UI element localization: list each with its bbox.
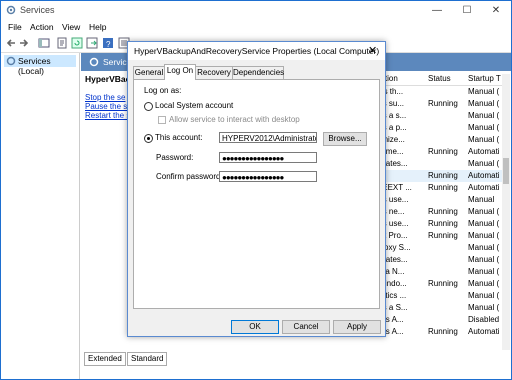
log-on-panel: Log on as: Local System account Allow se… <box>133 79 380 309</box>
cell-startup-type: Manual <box>468 195 495 204</box>
column-startup-type[interactable]: Startup T <box>468 74 501 83</box>
ok-button[interactable]: OK <box>231 320 279 334</box>
table-row[interactable]: vides a p... Manual ( <box>367 122 503 134</box>
menu-file[interactable]: File <box>8 22 22 32</box>
help-icon[interactable]: ? <box>102 37 114 49</box>
column-status[interactable]: Status <box>428 74 451 83</box>
view-tabs: Extended Standard <box>81 352 501 366</box>
this-account-label[interactable]: This account: <box>155 133 203 142</box>
table-row[interactable]: vides a S... Manual ( <box>367 302 503 314</box>
cancel-button[interactable]: Cancel <box>282 320 330 334</box>
cell-startup-type: Manual ( <box>468 267 500 276</box>
cell-startup-type: Automati <box>468 147 500 156</box>
services-list-scrollbar[interactable] <box>502 74 510 350</box>
allow-interact-label: Allow service to interact with desktop <box>169 115 300 124</box>
services-gear-icon <box>6 56 16 66</box>
svg-text:?: ? <box>106 40 111 49</box>
cell-startup-type: Manual ( <box>468 123 500 132</box>
maximize-icon[interactable]: ☐ <box>453 1 481 20</box>
tab-general[interactable]: General <box>133 66 165 79</box>
menu-help[interactable]: Help <box>89 22 106 32</box>
services-gear-icon <box>6 5 16 15</box>
table-row[interactable]: e IKEEXT ... Running Automati <box>367 182 503 194</box>
cell-startup-type: Manual ( <box>468 279 500 288</box>
scrollbar-thumb[interactable] <box>503 158 509 184</box>
table-row[interactable]: chronize... Manual ( <box>367 134 503 146</box>
table-row[interactable]: nages A...Disabled <box>367 314 503 326</box>
dialog-title-bar[interactable]: HyperVBackupAndRecoveryService Propertie… <box>128 42 385 60</box>
cell-startup-type: Manual ( <box>468 99 500 108</box>
cell-startup-type: Disabled <box>468 315 500 324</box>
cell-startup-type: Manual ( <box>468 135 500 144</box>
window-title: Services <box>20 5 55 15</box>
cell-startup-type: Automati <box>468 327 500 336</box>
forward-arrow-icon[interactable] <box>18 37 30 49</box>
table-row[interactable]: gnostics ... Manual ( <box>367 290 503 302</box>
table-row[interactable]: ernet Pro... Running Manual ( <box>367 230 503 242</box>
console-tree-icon[interactable] <box>38 37 50 49</box>
confirm-password-input[interactable]: ●●●●●●●●●●●●●●●● <box>219 171 317 182</box>
cell-startup-type: Manual ( <box>468 219 500 228</box>
table-row[interactable]: Running Automati <box>367 170 503 182</box>
table-row[interactable]: nageme...RunningAutomati <box>367 146 503 158</box>
cell-startup-type: Manual ( <box>468 159 500 168</box>
tab-standard[interactable]: Standard <box>127 352 168 366</box>
table-row[interactable]: vides su... Running Manual ( <box>367 98 503 110</box>
services-list-header: scription Status Startup T <box>367 73 503 86</box>
service-properties-dialog: HyperVBackupAndRecoveryService Propertie… <box>127 41 386 337</box>
table-row[interactable]: ates a N... Manual ( <box>367 266 503 278</box>
table-row[interactable]: C Proxy S... Manual ( <box>367 242 503 254</box>
table-row[interactable]: nages A...RunningAutomati <box>367 326 503 338</box>
confirm-password-label: Confirm password: <box>156 172 223 181</box>
this-account-radio[interactable] <box>144 134 153 143</box>
table-row[interactable]: vides use... Running Manual ( <box>367 218 503 230</box>
table-row[interactable]: vides a s... Manual ( <box>367 110 503 122</box>
cell-startup-type: Manual ( <box>468 207 500 216</box>
account-input[interactable]: HYPERV2012\Administrator <box>219 132 317 143</box>
console-tree: Services (Local) <box>1 53 80 379</box>
title-bar[interactable]: Services — ☐ ✕ <box>1 1 511 20</box>
tab-extended[interactable]: Extended <box>84 352 126 366</box>
minimize-icon[interactable]: — <box>423 1 451 20</box>
table-row[interactable]: vides use... Manual <box>367 194 503 206</box>
table-row[interactable]: ordinates... Manual ( <box>367 254 503 266</box>
cell-startup-type: Automati <box>468 171 500 180</box>
tree-item-services-local[interactable]: Services (Local) <box>4 55 76 76</box>
properties-icon[interactable] <box>56 37 68 49</box>
refresh-icon[interactable] <box>71 37 83 49</box>
table-row[interactable]: re Windo... Running Manual ( <box>367 278 503 290</box>
menu-action[interactable]: Action <box>30 22 54 32</box>
password-input[interactable]: ●●●●●●●●●●●●●●●● <box>219 152 317 163</box>
cell-startup-type: Manual ( <box>468 87 500 96</box>
menu-bar: File Action View Help <box>1 21 511 34</box>
cell-startup-type: Manual ( <box>468 231 500 240</box>
tab-dependencies[interactable]: Dependencies <box>232 66 284 79</box>
tab-log-on[interactable]: Log On <box>164 64 196 80</box>
apply-button[interactable]: Apply <box>333 320 381 334</box>
local-system-radio[interactable] <box>144 102 153 111</box>
log-on-as-label: Log on as: <box>144 86 182 95</box>
cell-startup-type: Manual ( <box>468 291 500 300</box>
cell-startup-type: Manual ( <box>468 255 500 264</box>
tab-recovery[interactable]: Recovery <box>195 66 233 79</box>
dialog-title: HyperVBackupAndRecoveryService Propertie… <box>134 46 380 56</box>
services-gear-icon <box>89 57 99 67</box>
cell-startup-type: Manual ( <box>468 243 500 252</box>
export-icon[interactable] <box>86 37 98 49</box>
close-icon[interactable]: ✕ <box>482 1 510 20</box>
browse-button[interactable]: Browse... <box>323 132 367 146</box>
close-icon[interactable]: ✕ <box>368 44 377 57</box>
cell-startup-type: Manual ( <box>468 111 500 120</box>
back-arrow-icon[interactable] <box>5 37 17 49</box>
cell-startup-type: Manual ( <box>468 303 500 312</box>
local-system-label[interactable]: Local System account <box>155 101 233 110</box>
cell-startup-type: Automati <box>468 183 500 192</box>
password-label: Password: <box>156 153 194 162</box>
tree-item-label: Services (Local) <box>18 56 51 76</box>
menu-view[interactable]: View <box>62 22 80 32</box>
table-row[interactable]: vides ne... Running Manual ( <box>367 206 503 218</box>
allow-interact-checkbox[interactable] <box>158 116 166 124</box>
table-row[interactable]: nitors th...Manual ( <box>367 86 503 98</box>
table-row[interactable]: ordinates... Manual ( <box>367 158 503 170</box>
